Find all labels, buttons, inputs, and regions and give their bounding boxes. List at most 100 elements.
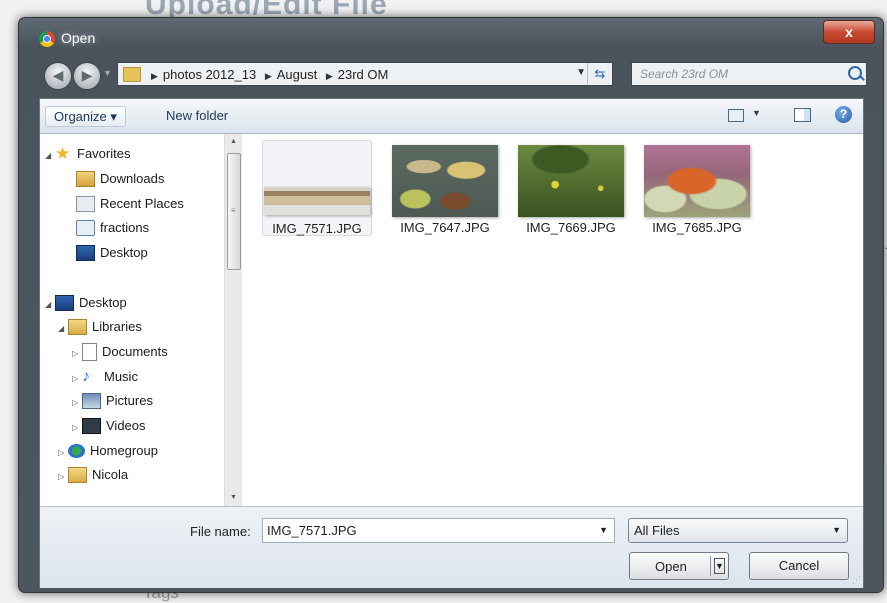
nav-item-label: Music: [104, 369, 138, 384]
file-name-input[interactable]: IMG_7571.JPG ▼: [262, 518, 615, 543]
breadcrumb: ▶ photos 2012_13 ▶ August ▶ 23rd OM: [146, 67, 388, 82]
nav-scrollbar[interactable]: ▲ ≡ ▼: [224, 134, 242, 506]
shortcut-icon: [76, 219, 95, 236]
preview-pane-icon[interactable]: [794, 108, 811, 122]
help-icon[interactable]: ?: [835, 106, 852, 123]
collapse-arrow-icon[interactable]: ▷: [58, 443, 68, 463]
file-name-dropdown-icon[interactable]: ▼: [599, 525, 608, 535]
nav-item-homegroup[interactable]: ▷ Homegroup: [58, 441, 158, 461]
file-item[interactable]: IMG_7647.JPG: [390, 140, 500, 236]
breadcrumb-item[interactable]: photos 2012_13: [163, 67, 256, 82]
nav-item-desktop-favorite[interactable]: Desktop: [76, 243, 148, 263]
folder-icon: [123, 67, 141, 82]
scroll-down-icon[interactable]: ▼: [225, 490, 242, 506]
close-button[interactable]: x: [823, 20, 875, 44]
breadcrumb-item[interactable]: August: [277, 67, 317, 82]
forward-arrow-icon: ▶: [81, 67, 93, 83]
breadcrumb-item[interactable]: 23rd OM: [338, 67, 389, 82]
image-thumbnail: [392, 145, 498, 217]
new-folder-button[interactable]: New folder: [158, 106, 236, 125]
nav-item-user[interactable]: ▷ Nicola: [58, 465, 128, 485]
dialog-body: Organize ▾ New folder ▼ ? ◢ ★ Favorites Do…: [39, 98, 864, 588]
cancel-button[interactable]: Cancel: [749, 552, 849, 580]
open-file-dialog: Open x ◀ ▶ ▼ ▶ photos 2012_13 ▶ August ▶ 23…: [18, 17, 884, 593]
search-input[interactable]: Search 23rd OM: [640, 67, 728, 81]
search-icon[interactable]: [848, 66, 862, 80]
collapse-arrow-icon[interactable]: ▷: [58, 467, 68, 487]
scroll-up-icon[interactable]: ▲: [225, 134, 242, 150]
file-name-label-text: File name:: [190, 524, 251, 539]
breadcrumb-separator-icon[interactable]: ▶: [265, 71, 272, 81]
view-options-dropdown-icon[interactable]: ▼: [752, 108, 761, 118]
image-thumbnail: [264, 187, 370, 215]
nav-item-label: Favorites: [77, 146, 131, 161]
refresh-icon: ⇆: [594, 66, 606, 81]
recent-places-icon: [76, 195, 95, 212]
videos-icon: [82, 417, 101, 434]
nav-item-label: Documents: [102, 344, 168, 359]
nav-item-fractions[interactable]: fractions: [76, 218, 149, 238]
nav-item-label: Pictures: [106, 393, 153, 408]
grip-icon: ≡: [231, 206, 236, 215]
refresh-button[interactable]: ⇆: [587, 63, 612, 85]
split-divider: [710, 556, 711, 576]
expand-arrow-icon[interactable]: ◢: [45, 295, 55, 315]
collapse-arrow-icon[interactable]: ▷: [72, 344, 82, 364]
forward-button[interactable]: ▶: [73, 62, 101, 90]
chrome-icon: [39, 31, 55, 47]
address-dropdown-icon[interactable]: ▼: [576, 67, 586, 78]
dialog-footer: File name: IMG_7571.JPG ▼ All Files ▼ Op…: [40, 506, 863, 588]
recent-locations-dropdown[interactable]: ▼: [103, 68, 112, 78]
chevron-down-icon: ▼: [832, 525, 841, 535]
organize-button[interactable]: Organize ▾: [45, 106, 126, 127]
expand-arrow-icon[interactable]: ◢: [45, 146, 55, 166]
documents-icon: [82, 342, 97, 361]
file-name-value[interactable]: IMG_7571.JPG: [267, 523, 357, 538]
music-icon: ♪: [82, 367, 90, 385]
open-options-dropdown-icon[interactable]: ▼: [714, 558, 725, 574]
desktop-icon: [55, 294, 74, 311]
back-arrow-icon: ◀: [52, 67, 64, 83]
collapse-arrow-icon[interactable]: ▷: [72, 369, 82, 389]
nav-item-label: fractions: [100, 220, 150, 235]
resize-grip-icon[interactable]: ⋰: [852, 575, 861, 586]
user-folder-icon: [68, 466, 87, 483]
pictures-icon: [82, 392, 101, 409]
address-bar[interactable]: ▶ photos 2012_13 ▶ August ▶ 23rd OM ▼ ⇆: [117, 62, 613, 86]
file-type-filter[interactable]: All Files ▼: [628, 518, 848, 543]
file-name-label: IMG_7647.JPG: [400, 220, 490, 235]
nav-item-label: Nicola: [92, 467, 129, 482]
nav-item-desktop[interactable]: ◢ Desktop: [45, 293, 127, 313]
nav-item-downloads[interactable]: Downloads: [76, 169, 164, 189]
file-item[interactable]: IMG_7685.JPG: [642, 140, 752, 236]
change-view-icon[interactable]: [728, 109, 744, 122]
nav-item-pictures[interactable]: ▷ Pictures: [72, 391, 153, 411]
collapse-arrow-icon[interactable]: ▷: [72, 418, 82, 438]
breadcrumb-separator-icon[interactable]: ▶: [151, 71, 158, 81]
back-button[interactable]: ◀: [44, 62, 72, 90]
breadcrumb-separator-icon[interactable]: ▶: [326, 71, 333, 81]
nav-item-label: Recent Places: [100, 196, 184, 211]
open-button[interactable]: Open ▼: [629, 552, 729, 580]
nav-item-favorites[interactable]: ◢ ★ Favorites: [45, 144, 130, 164]
nav-item-libraries[interactable]: ◢ Libraries: [58, 317, 142, 337]
file-list: IMG_7571.JPG IMG_7647.JPG IMG_7669.JPG I…: [245, 134, 863, 506]
scroll-thumb[interactable]: ≡: [227, 153, 241, 270]
nav-item-music[interactable]: ▷ ♪ Music: [72, 367, 138, 387]
nav-item-label: Downloads: [100, 171, 165, 186]
nav-item-recent-places[interactable]: Recent Places: [76, 194, 184, 214]
open-button-label: Open: [655, 559, 687, 574]
file-type-value: All Files: [634, 523, 680, 538]
nav-item-documents[interactable]: ▷ Documents: [72, 342, 168, 362]
search-box[interactable]: Search 23rd OM: [631, 62, 867, 86]
collapse-arrow-icon[interactable]: ▷: [72, 393, 82, 413]
nav-item-label: Libraries: [92, 319, 142, 334]
nav-item-videos[interactable]: ▷ Videos: [72, 416, 146, 436]
nav-item-label: Desktop: [100, 245, 148, 260]
file-item[interactable]: IMG_7571.JPG: [262, 140, 372, 236]
file-item[interactable]: IMG_7669.JPG: [516, 140, 626, 236]
expand-arrow-icon[interactable]: ◢: [58, 319, 68, 339]
libraries-icon: [68, 318, 87, 335]
file-name-label: IMG_7571.JPG: [272, 221, 362, 236]
title-bar[interactable]: Open x: [19, 18, 883, 54]
